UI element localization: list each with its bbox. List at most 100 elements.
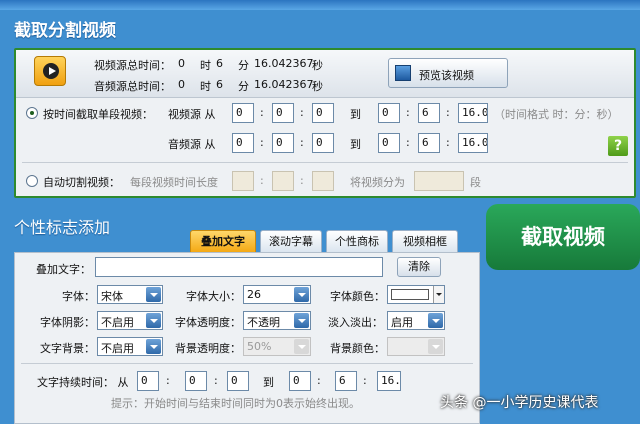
time-colon: : xyxy=(363,374,367,387)
audio-total-minutes: 6 xyxy=(216,78,223,91)
split-section-title: 截取分割视频 xyxy=(14,21,116,41)
duration-to-label: 到 xyxy=(263,376,274,389)
font-label: 字体： xyxy=(62,290,95,303)
shadow-value: 不启用 xyxy=(101,316,134,329)
duration-to-hour-input[interactable]: 0 xyxy=(289,371,311,391)
divider xyxy=(21,363,473,364)
duration-from-label: 文字持续时间： 从 xyxy=(37,376,129,389)
chevron-down-icon xyxy=(146,339,161,354)
video-source-from-label: 视频源 从 xyxy=(168,108,216,121)
audio-to-hour-input[interactable]: 0 xyxy=(378,133,400,153)
shadow-select[interactable]: 不启用 xyxy=(97,311,163,330)
video-total-label: 视频源总时间： xyxy=(94,59,171,72)
font-select[interactable]: 宋体 xyxy=(97,285,163,304)
video-to-second-input[interactable]: 16.0 xyxy=(458,103,488,123)
audio-from-hour-input[interactable]: 0 xyxy=(232,133,254,153)
font-size-value: 26 xyxy=(247,288,261,301)
fade-label: 淡入淡出： xyxy=(328,316,383,329)
video-to-label: 到 xyxy=(350,108,361,121)
source-info-row: 视频源总时间： 0 时 6 分 16.042367 秒 音频源总时间： 0 时 … xyxy=(16,50,634,98)
audio-from-minute-input[interactable]: 0 xyxy=(272,133,294,153)
video-from-minute-input[interactable]: 0 xyxy=(272,103,294,123)
font-opacity-value: 不透明 xyxy=(247,316,280,329)
video-total-hours: 0 xyxy=(178,57,185,70)
font-value: 宋体 xyxy=(101,290,123,303)
mode-single-label[interactable]: 按时间截取单段视频： xyxy=(43,106,153,122)
segment-hour-input xyxy=(232,171,254,191)
tab-overlay-text[interactable]: 叠加文字 xyxy=(190,230,256,252)
audio-total-label: 音频源总时间： xyxy=(94,80,171,93)
preview-video-label: 预览该视频 xyxy=(419,69,474,82)
time-colon: : xyxy=(406,106,410,119)
time-colon: : xyxy=(260,136,264,149)
film-strip-icon xyxy=(395,65,411,81)
bg-opacity-value: 50% xyxy=(247,340,272,353)
bg-opacity-label: 背景透明度： xyxy=(175,342,241,355)
fade-select[interactable]: 启用 xyxy=(387,311,445,330)
color-swatch xyxy=(391,289,429,300)
text-bg-select[interactable]: 不启用 xyxy=(97,337,163,356)
font-size-label: 字体大小： xyxy=(186,290,241,303)
mode-auto-radio[interactable] xyxy=(26,175,38,187)
text-bg-value: 不启用 xyxy=(101,342,134,355)
video-to-minute-input[interactable]: 6 xyxy=(418,103,440,123)
time-colon: : xyxy=(300,174,304,187)
chevron-down-icon xyxy=(146,287,161,302)
overlay-text-label: 叠加文字： xyxy=(36,263,91,276)
segment-length-label: 每段视频时间长度 xyxy=(130,176,218,189)
time-colon: : xyxy=(446,136,450,149)
time-colon: : xyxy=(300,136,304,149)
source-watermark: 头条 @一小学历史课代表 xyxy=(440,395,599,411)
duration-to-minute-input[interactable]: 6 xyxy=(335,371,357,391)
chevron-down-icon xyxy=(146,313,161,328)
text-bg-label: 文字背景： xyxy=(40,342,95,355)
time-colon: : xyxy=(300,106,304,119)
segment-minute-input xyxy=(272,171,294,191)
duration-to-second-input[interactable]: 16.0 xyxy=(377,371,401,391)
chevron-down-icon xyxy=(294,339,309,354)
video-from-second-input[interactable]: 0 xyxy=(312,103,334,123)
duration-from-minute-input[interactable]: 0 xyxy=(185,371,207,391)
duration-from-hour-input[interactable]: 0 xyxy=(137,371,159,391)
help-icon[interactable]: ? xyxy=(608,136,628,156)
audio-from-second-input[interactable]: 0 xyxy=(312,133,334,153)
font-opacity-select[interactable]: 不透明 xyxy=(243,311,311,330)
clear-button[interactable]: 清除 xyxy=(397,257,441,277)
video-total-m-unit: 分 xyxy=(238,59,249,72)
audio-total-s-unit: 秒 xyxy=(312,80,323,93)
chevron-down-icon xyxy=(294,287,309,302)
time-colon: : xyxy=(214,374,218,387)
mode-auto-label[interactable]: 自动切割视频： xyxy=(43,174,120,190)
segment-second-input xyxy=(312,171,334,191)
divider xyxy=(22,162,628,163)
overlay-text-input[interactable] xyxy=(95,257,383,277)
video-total-seconds: 16.042367 xyxy=(254,57,314,70)
time-format-hint: （时间格式 时：分：秒） xyxy=(494,108,619,121)
video-total-h-unit: 时 xyxy=(200,59,211,72)
font-color-picker[interactable] xyxy=(387,285,445,304)
tab-video-frame[interactable]: 视频相框 xyxy=(392,230,458,252)
chevron-down-icon xyxy=(428,339,443,354)
split-into-label: 将视频分为 xyxy=(350,176,405,189)
watermark-section-title: 个性标志添加 xyxy=(14,218,111,237)
tab-custom-logo[interactable]: 个性商标 xyxy=(326,230,388,252)
audio-to-second-input[interactable]: 16.0 xyxy=(458,133,488,153)
chevron-down-icon xyxy=(294,313,309,328)
preview-video-button[interactable]: 预览该视频 xyxy=(388,58,508,88)
video-file-icon xyxy=(34,56,66,86)
time-colon: : xyxy=(166,374,170,387)
mode-single-radio[interactable] xyxy=(26,107,38,119)
video-from-hour-input[interactable]: 0 xyxy=(232,103,254,123)
window-title-strip xyxy=(0,0,640,10)
font-size-select[interactable]: 26 xyxy=(243,285,311,304)
tab-scrolling-subtitle[interactable]: 滚动字幕 xyxy=(260,230,322,252)
shadow-label: 字体阴影： xyxy=(40,316,95,329)
duration-from-second-input[interactable]: 0 xyxy=(227,371,249,391)
split-panel: 视频源总时间： 0 时 6 分 16.042367 秒 音频源总时间： 0 时 … xyxy=(14,48,636,198)
audio-to-minute-input[interactable]: 6 xyxy=(418,133,440,153)
fade-value: 启用 xyxy=(391,316,413,329)
bg-opacity-select: 50% xyxy=(243,337,311,356)
video-to-hour-input[interactable]: 0 xyxy=(378,103,400,123)
time-colon: : xyxy=(260,174,264,187)
video-total-s-unit: 秒 xyxy=(312,59,323,72)
